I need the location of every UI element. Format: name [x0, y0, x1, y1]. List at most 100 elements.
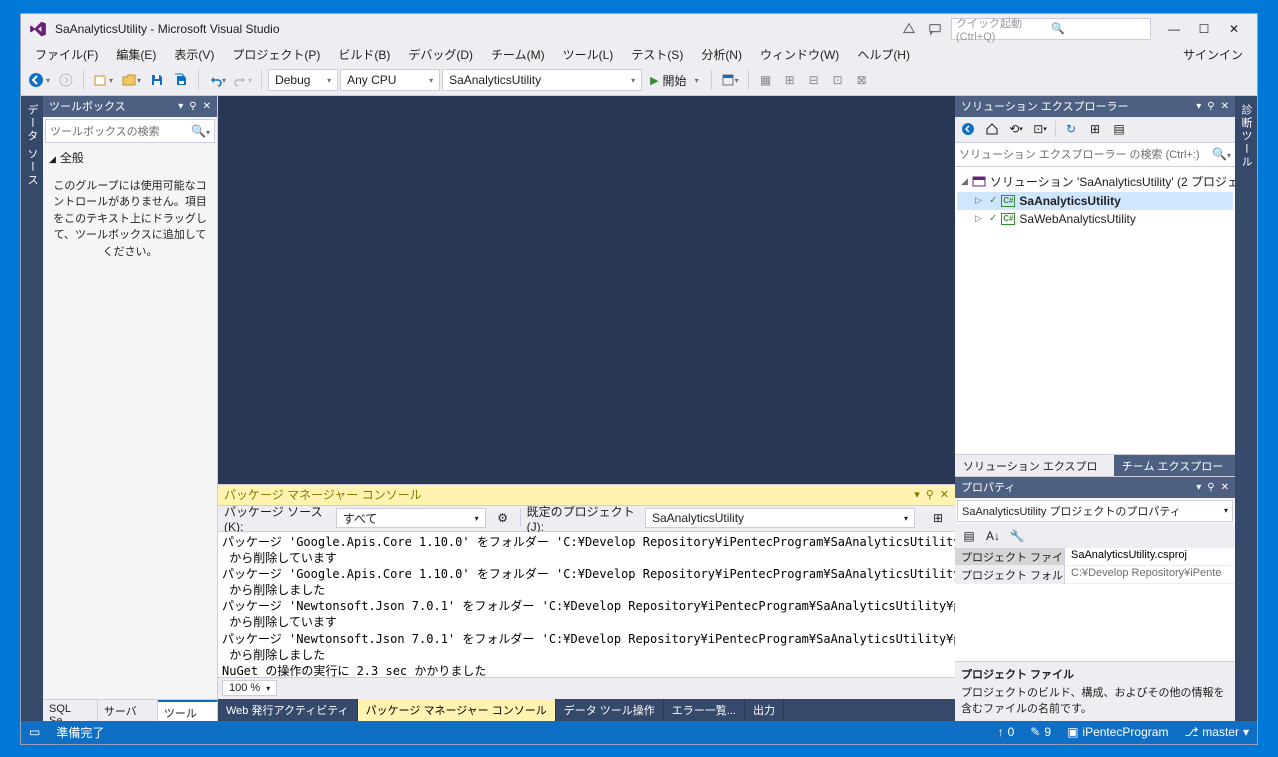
- expand-icon[interactable]: ▷: [975, 195, 985, 206]
- pkg-project-select[interactable]: SaAnalyticsUtility▾: [645, 508, 915, 528]
- menu-edit[interactable]: 編集(E): [108, 44, 164, 65]
- diagnostic-tools-rail[interactable]: 診断ツール: [1235, 96, 1257, 721]
- menu-project[interactable]: プロジェクト(P): [224, 44, 328, 65]
- save-button[interactable]: [146, 69, 168, 91]
- pkg-source-select[interactable]: すべて▾: [336, 508, 486, 528]
- project-node-1[interactable]: ▷ ✓ C# SaAnalyticsUtility: [957, 192, 1233, 210]
- redo-button[interactable]: ▾: [231, 69, 255, 91]
- menu-debug[interactable]: デバッグ(D): [400, 44, 481, 65]
- tab-sql-server[interactable]: SQL Se...: [43, 700, 98, 721]
- close-icon[interactable]: ✕: [940, 488, 949, 501]
- start-debug-button[interactable]: ▶開始▾: [644, 69, 705, 91]
- status-branch[interactable]: ⎇ master ▾: [1184, 725, 1249, 739]
- browse-button[interactable]: ▾: [718, 69, 742, 91]
- notifications-icon[interactable]: [901, 21, 917, 37]
- tab-error-list[interactable]: エラー一覧...: [664, 699, 745, 721]
- gear-icon[interactable]: ⚙: [492, 507, 514, 529]
- dropdown-icon[interactable]: ▾: [914, 488, 920, 501]
- menu-team[interactable]: チーム(M): [483, 44, 553, 65]
- close-icon[interactable]: ✕: [1221, 101, 1229, 112]
- quick-launch-input[interactable]: クイック起動 (Ctrl+Q) 🔍: [951, 18, 1151, 40]
- menu-window[interactable]: ウィンドウ(W): [752, 44, 847, 65]
- menu-file[interactable]: ファイル(F): [27, 44, 106, 65]
- solution-root-node[interactable]: ◢ ソリューション 'SaAnalyticsUtility' (2 プロジェクト…: [957, 171, 1233, 192]
- left-dock: ツールボックス ▾⚲✕ ツールボックスの検索 🔍▾ ◢全般 このグループには使用…: [43, 96, 218, 721]
- pin-icon[interactable]: ⚲: [189, 101, 196, 112]
- expand-icon[interactable]: ▷: [975, 213, 985, 224]
- properties-icon[interactable]: ▤: [1110, 120, 1128, 138]
- startup-project-select[interactable]: SaAnalyticsUtility▾: [442, 69, 642, 91]
- sync-icon[interactable]: ⟲▾: [1007, 120, 1025, 138]
- categorized-icon[interactable]: ▤: [959, 526, 979, 546]
- properties-object-select[interactable]: SaAnalyticsUtility プロジェクトのプロパティ▾: [957, 500, 1233, 522]
- tab-web-publish[interactable]: Web 発行アクティビティ: [218, 699, 358, 721]
- wrench-icon[interactable]: 🔧: [1007, 526, 1027, 546]
- dropdown-icon[interactable]: ▾: [178, 101, 183, 112]
- status-pending-changes[interactable]: ✎ 9: [1030, 725, 1051, 739]
- pin-icon[interactable]: ⚲: [1207, 482, 1214, 493]
- pkg-extra-icon[interactable]: ⊞: [927, 507, 949, 529]
- status-publish-up[interactable]: ↑ 0: [998, 725, 1015, 739]
- dropdown-icon[interactable]: ▾: [1196, 101, 1201, 112]
- nav-back-button[interactable]: ▾: [25, 69, 53, 91]
- prop-row-project-file[interactable]: プロジェクト ファイル SaAnalyticsUtility.csproj: [955, 548, 1235, 566]
- alphabetical-icon[interactable]: A↓: [983, 526, 1003, 546]
- toolbox-empty-text: このグループには使用可能なコントロールがありません。項目をこのテキスト上にドラッ…: [43, 170, 217, 269]
- menu-tools[interactable]: ツール(L): [555, 44, 622, 65]
- maximize-button[interactable]: ☐: [1189, 18, 1219, 40]
- tb-icon-3[interactable]: ⊟: [803, 69, 825, 91]
- dropdown-icon[interactable]: ▾: [1196, 482, 1201, 493]
- toolbox-group-general[interactable]: ◢全般: [43, 145, 217, 170]
- tb-icon-2[interactable]: ⊞: [779, 69, 801, 91]
- data-sources-rail[interactable]: データ ソース: [21, 96, 43, 721]
- solution-explorer-header: ソリューション エクスプローラー ▾⚲✕: [955, 96, 1235, 117]
- tab-pkg-console[interactable]: パッケージ マネージャー コンソール: [358, 699, 556, 721]
- pin-icon[interactable]: ⚲: [926, 488, 934, 501]
- home-icon[interactable]: [983, 120, 1001, 138]
- zoom-select[interactable]: 100 %▾: [222, 680, 277, 696]
- close-button[interactable]: ✕: [1219, 18, 1249, 40]
- pkg-console-output[interactable]: パッケージ 'Google.Apis.Core 1.10.0' をフォルダー '…: [218, 532, 955, 677]
- menu-analyze[interactable]: 分析(N): [693, 44, 750, 65]
- tb-icon-5[interactable]: ⊠: [851, 69, 873, 91]
- standard-toolbar: ▾ ▾ ▾ ▾ ▾ Debug▾ Any CPU▾ SaAnalyticsUti…: [21, 66, 1257, 96]
- nav-fwd-button[interactable]: [55, 69, 77, 91]
- tb-icon-4[interactable]: ⊡: [827, 69, 849, 91]
- undo-button[interactable]: ▾: [205, 69, 229, 91]
- package-manager-console-panel: パッケージ マネージャー コンソール ▾⚲✕ パッケージ ソース(K): すべて…: [218, 484, 955, 699]
- prop-row-project-folder[interactable]: プロジェクト フォルダー C:¥Develop Repository¥iPent…: [955, 566, 1235, 584]
- close-icon[interactable]: ✕: [203, 101, 211, 112]
- collapse-icon[interactable]: ⊡▾: [1031, 120, 1049, 138]
- tab-server-explorer[interactable]: サーバー...: [98, 700, 158, 721]
- menu-build[interactable]: ビルド(B): [330, 44, 398, 65]
- back-icon[interactable]: [959, 120, 977, 138]
- menu-test[interactable]: テスト(S): [623, 44, 691, 65]
- solution-tree: ◢ ソリューション 'SaAnalyticsUtility' (2 プロジェクト…: [955, 167, 1235, 454]
- sign-in-link[interactable]: サインイン: [1183, 46, 1251, 63]
- menu-help[interactable]: ヘルプ(H): [849, 44, 918, 65]
- solution-search-input[interactable]: ソリューション エクスプローラー の検索 (Ctrl+:) 🔍▾: [955, 143, 1235, 167]
- tab-team-explorer[interactable]: チーム エクスプローラー: [1114, 455, 1235, 476]
- minimize-button[interactable]: ―: [1159, 18, 1189, 40]
- menu-view[interactable]: 表示(V): [166, 44, 222, 65]
- save-all-button[interactable]: [170, 69, 192, 91]
- platform-select[interactable]: Any CPU▾: [340, 69, 440, 91]
- show-all-icon[interactable]: ⊞: [1086, 120, 1104, 138]
- open-file-button[interactable]: ▾: [118, 69, 144, 91]
- toolbox-search-input[interactable]: ツールボックスの検索 🔍▾: [45, 119, 215, 143]
- tab-data-tools[interactable]: データ ツール操作: [556, 699, 664, 721]
- new-project-button[interactable]: ▾: [90, 69, 116, 91]
- tab-solution-explorer[interactable]: ソリューション エクスプローラー: [955, 455, 1114, 476]
- tb-icon-1[interactable]: ▦: [755, 69, 777, 91]
- expand-icon[interactable]: ◢: [961, 176, 968, 187]
- status-repo[interactable]: ▣ iPentecProgram: [1067, 725, 1168, 739]
- pin-icon[interactable]: ⚲: [1207, 101, 1214, 112]
- tab-toolbox[interactable]: ツールボ...: [158, 700, 218, 721]
- feedback-icon[interactable]: [927, 21, 943, 37]
- config-select[interactable]: Debug▾: [268, 69, 338, 91]
- tab-output[interactable]: 出力: [745, 699, 784, 721]
- project-node-2[interactable]: ▷ ✓ C# SaWebAnalyticsUtility: [957, 210, 1233, 228]
- properties-toolbar: ▤ A↓ 🔧: [955, 524, 1235, 548]
- close-icon[interactable]: ✕: [1221, 482, 1229, 493]
- refresh-icon[interactable]: ↻: [1062, 120, 1080, 138]
